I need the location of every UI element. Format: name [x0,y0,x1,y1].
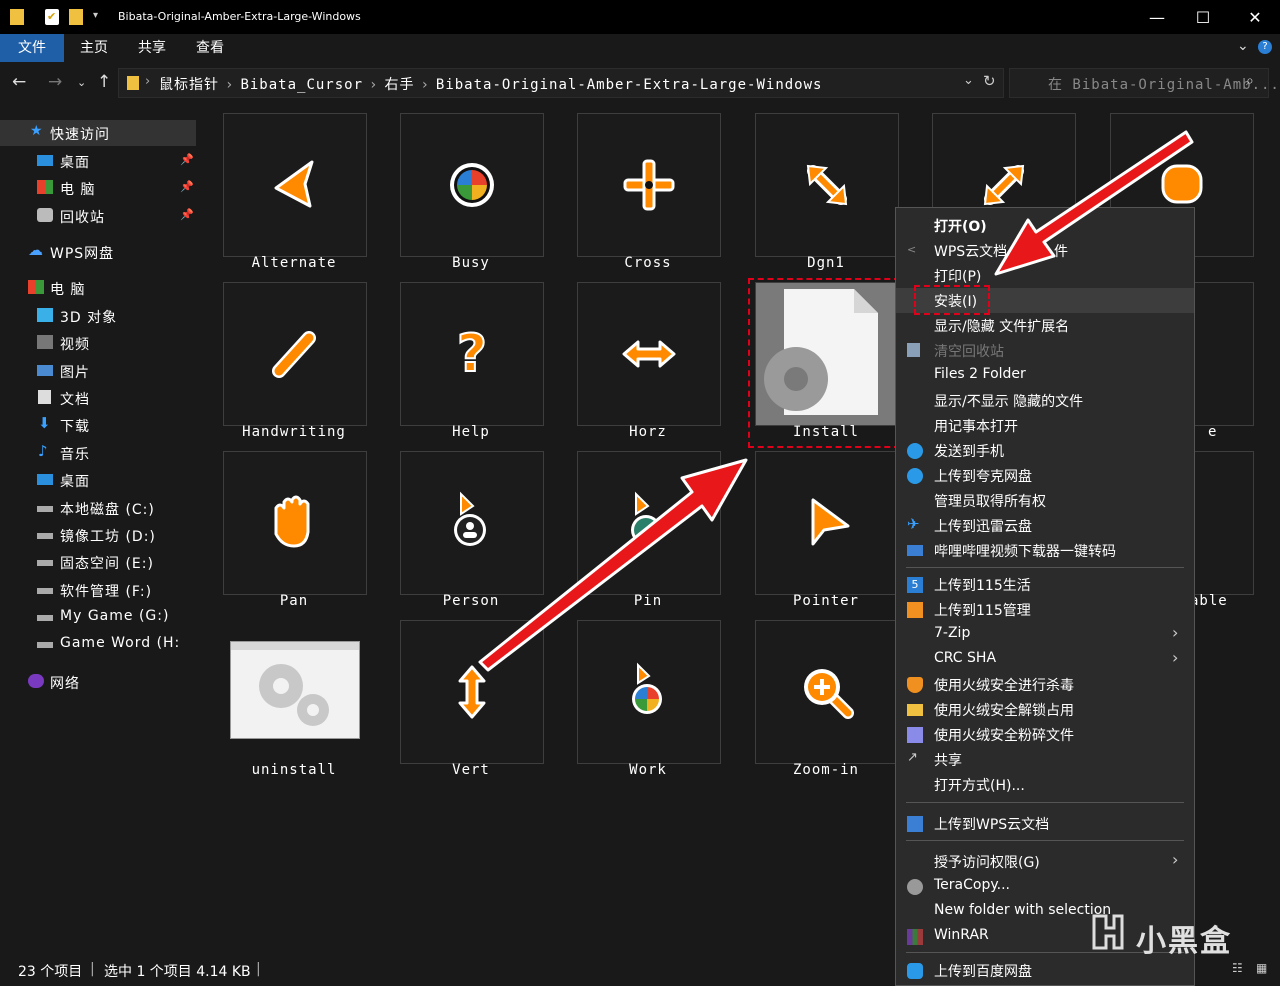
annotation-arrows [478,130,1194,672]
arrow-to-install-file [478,458,748,672]
heybox-logo-icon [1088,912,1128,952]
watermark-text: 小黑盒 [1136,924,1232,959]
arrow-to-install-menu [994,130,1194,276]
